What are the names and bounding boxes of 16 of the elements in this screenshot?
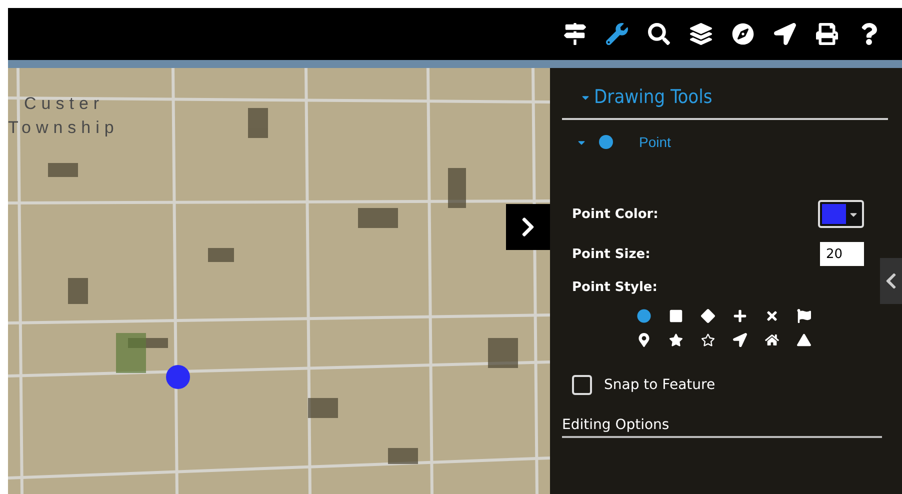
circle-icon [599,135,613,149]
drawing-tools-header[interactable]: Drawing Tools [562,86,888,120]
field-label: Point Color: [572,206,658,222]
collapse-tab[interactable] [880,258,902,304]
panel-title: Drawing Tools [594,86,712,108]
expand-button[interactable] [506,204,550,250]
point-section[interactable]: Point [562,120,888,150]
size-field[interactable]: 20 [820,242,864,266]
color-picker[interactable] [818,200,864,228]
map-label: Custer [24,94,104,114]
section-label: Point [639,134,671,150]
section-header[interactable]: Editing Options [562,417,882,438]
checkbox[interactable] [572,375,592,395]
field-label: Point Style: [572,280,658,295]
checkbox-label: Snap to Feature [604,377,716,393]
field-label: Point Size: [572,246,650,262]
